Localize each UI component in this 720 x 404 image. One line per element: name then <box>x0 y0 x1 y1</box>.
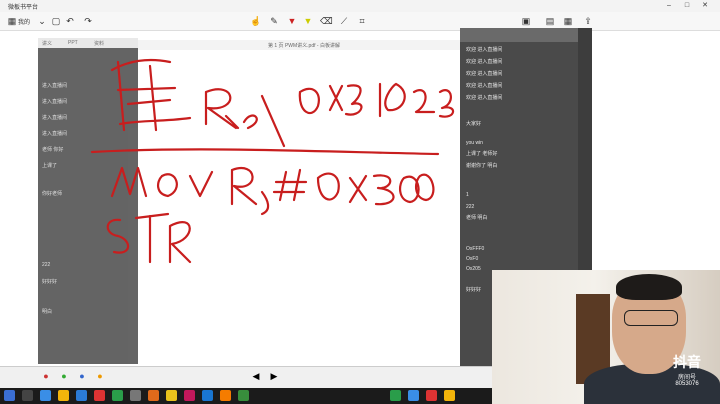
app-icon[interactable] <box>148 390 159 401</box>
search-icon[interactable] <box>22 390 33 401</box>
prev-page-icon[interactable]: ◀ <box>250 370 262 382</box>
folder-icon[interactable] <box>58 390 69 401</box>
room-id: 8053076 <box>675 381 699 387</box>
next-page-icon[interactable]: ▶ <box>268 370 280 382</box>
logo-name: 抖音 <box>673 354 701 370</box>
tray-icon[interactable] <box>426 390 437 401</box>
green-pen-icon[interactable]: ● <box>58 370 70 382</box>
red-pen-icon[interactable]: ● <box>40 370 52 382</box>
app-icon[interactable] <box>94 390 105 401</box>
webcam-person-glasses <box>624 310 678 326</box>
app-icon[interactable] <box>238 390 249 401</box>
app-icon[interactable] <box>130 390 141 401</box>
browser-icon[interactable] <box>40 390 51 401</box>
webcam-person-hair <box>616 274 682 300</box>
app-icon[interactable] <box>202 390 213 401</box>
tray-icon[interactable] <box>444 390 455 401</box>
blue-pen-icon[interactable]: ● <box>76 370 88 382</box>
app-icon[interactable] <box>184 390 195 401</box>
logo-sub: 房间号 <box>677 375 696 381</box>
tray-icon[interactable] <box>408 390 419 401</box>
orange-pen-icon[interactable]: ● <box>94 370 106 382</box>
app-icon[interactable] <box>166 390 177 401</box>
tray-icon[interactable] <box>390 390 401 401</box>
app-icon[interactable] <box>112 390 123 401</box>
start-icon[interactable] <box>4 390 15 401</box>
app-icon[interactable] <box>220 390 231 401</box>
douyin-logo: 抖音 房间号 8053076 <box>664 352 710 390</box>
app-icon[interactable] <box>76 390 87 401</box>
